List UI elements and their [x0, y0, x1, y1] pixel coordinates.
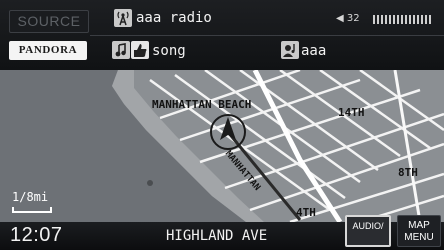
music-note-icon [112, 41, 130, 59]
map-menu-label-2: MENU [404, 232, 434, 243]
volume-bar [373, 15, 433, 24]
map-menu-button[interactable]: MAP MENU [397, 215, 441, 247]
thumbs-up-icon [131, 41, 149, 59]
source-button[interactable]: SOURCE [9, 10, 89, 33]
radio-tower-icon [114, 9, 132, 27]
song-title: song [152, 43, 186, 59]
speaker-icon: ◀ [336, 13, 344, 24]
volume-indicator: ◀ 32 [336, 13, 360, 24]
artist-icon [281, 41, 299, 59]
pandora-button[interactable]: PANDORA [9, 41, 87, 60]
volume-value: 32 [346, 13, 360, 24]
audio-button[interactable]: AUDIO/ [345, 215, 391, 247]
navigation-audio-screen: SOURCE PANDORA aaa radio song aaa ◀ 32 M… [0, 0, 444, 250]
map-label-8th: 8TH [398, 166, 418, 179]
divider [90, 35, 444, 36]
map-label-4th: 4TH [296, 206, 316, 219]
map-label-manhattan-beach: MANHATTAN BEACH [152, 98, 252, 111]
map-view[interactable]: MANHATTAN BEACH 14TH 8TH 4TH MANHATTAN [0, 70, 444, 222]
map-menu-label-1: MAP [408, 220, 430, 231]
artist-name: aaa [301, 43, 327, 59]
map-scale-label: 1/8mi [12, 190, 49, 204]
current-street: HIGHLAND AVE [166, 228, 268, 244]
map-graphic [0, 70, 444, 222]
clock: 12:07 [10, 224, 63, 246]
map-label-14th: 14TH [338, 106, 365, 119]
station-name: aaa radio [136, 10, 212, 26]
map-scale-bar [12, 207, 52, 213]
audio-button-label: AUDIO/ [352, 221, 384, 231]
